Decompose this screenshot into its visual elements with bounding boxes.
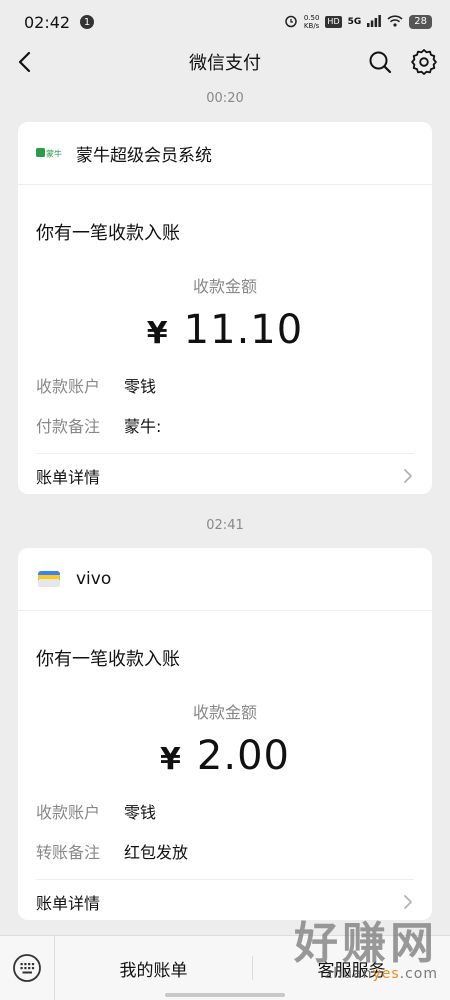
gear-icon xyxy=(411,49,437,75)
status-right: 0.50 KB/s HD 5G 28 xyxy=(284,14,432,31)
chevron-right-icon xyxy=(404,469,412,483)
wifi-icon xyxy=(387,14,403,30)
detail-value: 零钱 xyxy=(124,377,157,396)
bottom-menu-bar: 我的账单 客服服务 xyxy=(0,935,450,1000)
hd-badge: HD xyxy=(325,16,342,28)
signal-icon xyxy=(367,14,382,30)
net-speed-unit: KB/s xyxy=(303,22,320,30)
detail-label: 付款备注 xyxy=(36,417,101,436)
chevron-left-icon xyxy=(18,51,31,73)
card-headline: 你有一笔收款入账 xyxy=(36,649,180,670)
card-body: 你有一笔收款入账 收款金额 ¥ 2.00 收款账户 零钱 转账备注 红包发放 xyxy=(18,645,432,863)
keyboard-toggle-button[interactable] xyxy=(0,936,55,1000)
settings-button[interactable] xyxy=(410,48,438,76)
detail-row: 收款账户 零钱 xyxy=(36,799,414,823)
message-timestamp: 02:41 xyxy=(206,518,244,533)
currency-symbol: ¥ xyxy=(160,742,181,777)
net-speed-value: 0.50 xyxy=(303,14,320,22)
logo-text: 蒙牛 xyxy=(46,149,62,159)
status-time: 02:42 xyxy=(24,12,71,32)
merchant-name: vivo xyxy=(76,569,112,589)
detail-label: 转账备注 xyxy=(36,843,101,862)
amount-row: ¥ 2.00 xyxy=(36,733,414,779)
amount-value: 11.10 xyxy=(183,307,304,353)
search-button[interactable] xyxy=(366,48,394,76)
currency-symbol: ¥ xyxy=(146,316,168,351)
merchant-name: 蒙牛超级会员系统 xyxy=(76,145,212,166)
status-left: 02:42 1 xyxy=(24,12,95,32)
home-indicator xyxy=(165,993,285,997)
card-header: vivo xyxy=(18,548,432,611)
bill-details-label: 账单详情 xyxy=(36,468,101,487)
mengniu-logo-icon: 蒙牛 xyxy=(36,144,62,162)
detail-row: 收款账户 零钱 xyxy=(36,373,414,397)
menu-my-bills[interactable]: 我的账单 xyxy=(55,956,252,981)
card-header: 蒙牛 蒙牛超级会员系统 xyxy=(18,122,432,185)
message-timestamp: 00:20 xyxy=(206,91,244,106)
detail-value: 零钱 xyxy=(124,803,157,822)
detail-value: 红包发放 xyxy=(124,843,189,862)
detail-label: 收款账户 xyxy=(36,377,101,396)
amount-row: ¥ 11.10 xyxy=(36,307,414,353)
wallet-app-icon xyxy=(36,570,62,588)
alarm-icon xyxy=(284,14,298,31)
battery-level: 28 xyxy=(409,15,432,29)
bill-details-link[interactable]: 账单详情 xyxy=(36,879,414,920)
amount-label: 收款金额 xyxy=(192,703,257,722)
nav-actions xyxy=(366,48,438,76)
chevron-right-icon xyxy=(404,895,412,909)
back-button[interactable] xyxy=(12,48,40,76)
detail-value: 蒙牛: xyxy=(124,417,162,436)
bill-details-link[interactable]: 账单详情 xyxy=(36,453,414,494)
card-headline: 你有一笔收款入账 xyxy=(36,223,180,244)
notification-count-badge: 1 xyxy=(80,15,95,29)
page-title: 微信支付 xyxy=(189,53,261,74)
card-body: 你有一笔收款入账 收款金额 ¥ 11.10 收款账户 零钱 付款备注 蒙牛: xyxy=(18,219,432,437)
payment-card[interactable]: vivo 你有一笔收款入账 收款金额 ¥ 2.00 收款账户 零钱 转账备注 红… xyxy=(18,548,432,920)
search-icon xyxy=(369,51,392,74)
amount-value: 2.00 xyxy=(196,733,290,779)
nav-bar: 微信支付 xyxy=(0,40,450,84)
detail-row: 付款备注 蒙牛: xyxy=(36,413,414,437)
menu-customer-service[interactable]: 客服服务 xyxy=(253,956,450,981)
status-bar: 02:42 1 0.50 KB/s HD 5G 28 xyxy=(0,0,450,44)
keyboard-icon xyxy=(13,954,41,982)
net-speed: 0.50 KB/s xyxy=(304,14,320,30)
network-type: 5G xyxy=(347,17,362,27)
bill-details-label: 账单详情 xyxy=(36,894,101,913)
detail-row: 转账备注 红包发放 xyxy=(36,839,414,863)
amount-label: 收款金额 xyxy=(192,277,257,296)
payment-card[interactable]: 蒙牛 蒙牛超级会员系统 你有一笔收款入账 收款金额 ¥ 11.10 收款账户 零… xyxy=(18,122,432,494)
detail-label: 收款账户 xyxy=(36,803,101,822)
